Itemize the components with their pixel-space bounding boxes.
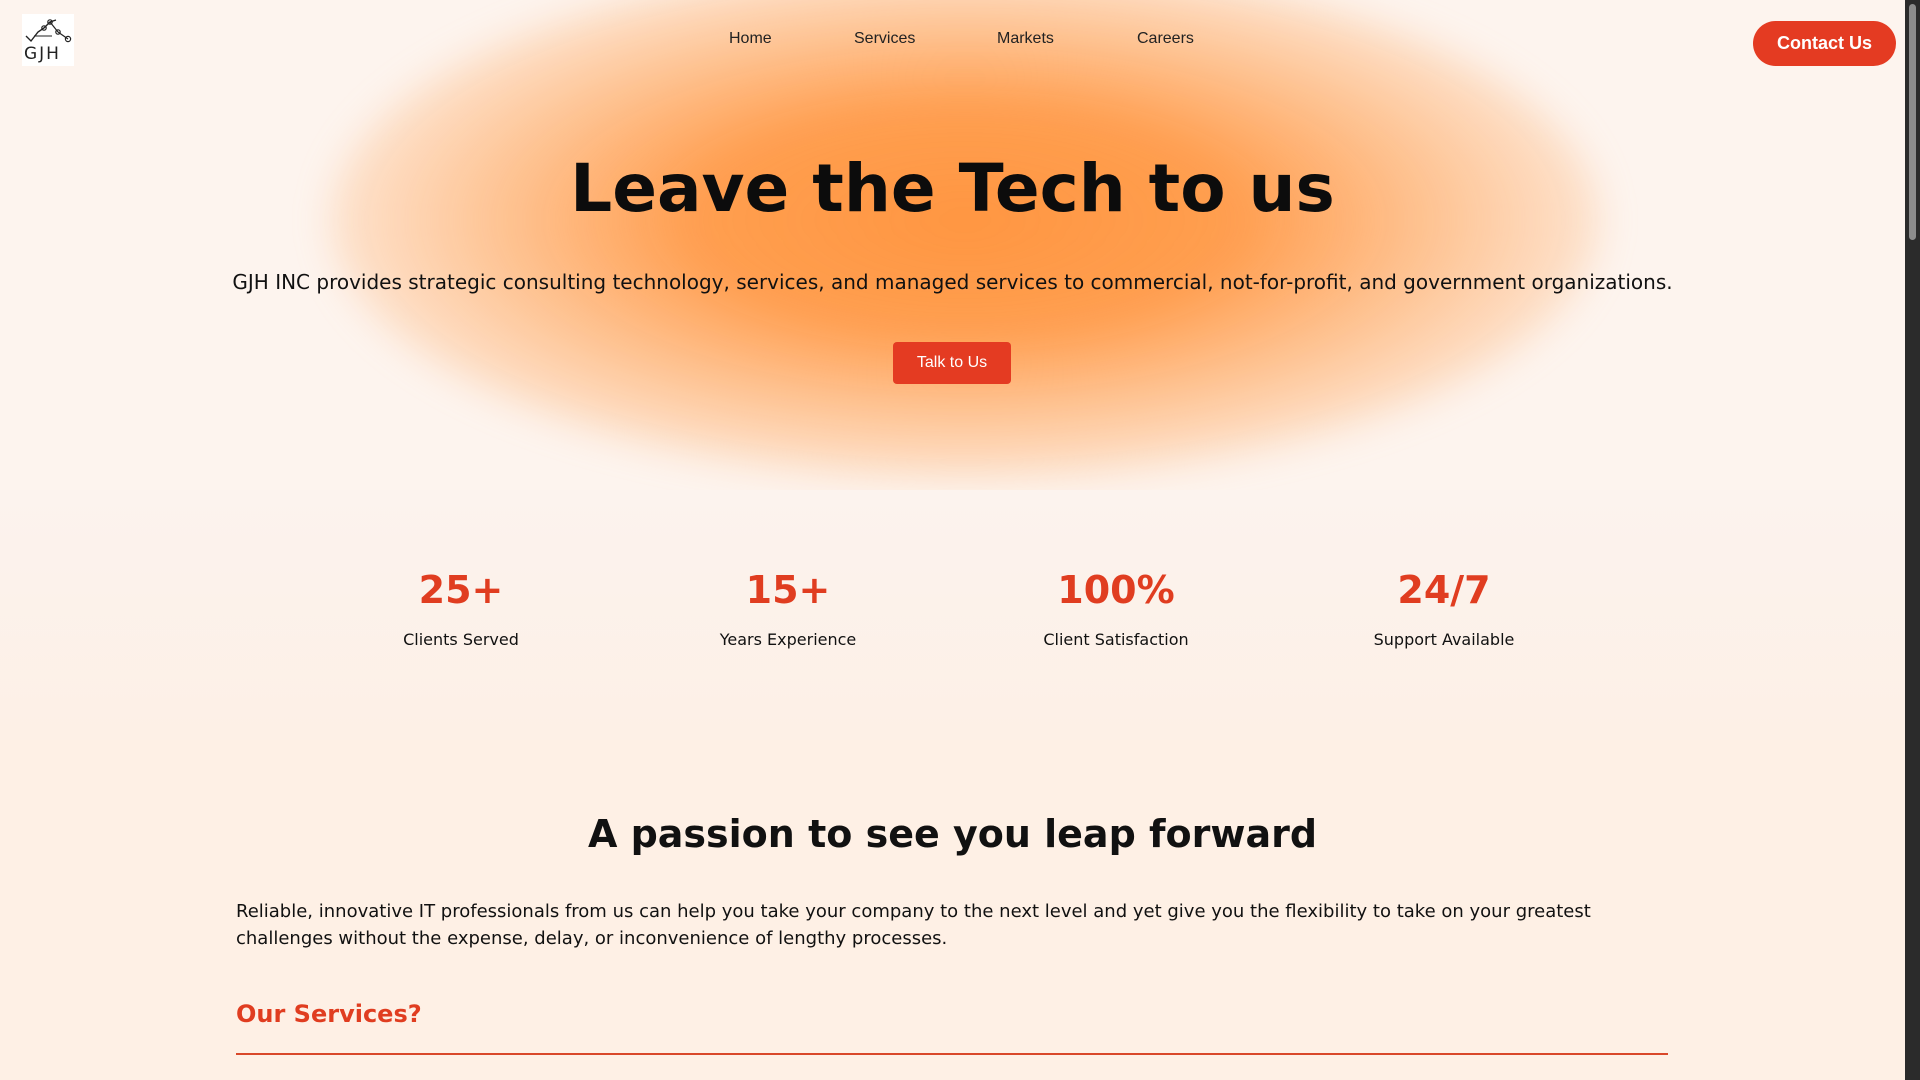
stat-label: Support Available — [1373, 630, 1515, 649]
talk-to-us-button[interactable]: Talk to Us — [893, 342, 1011, 384]
services-heading: Our Services? — [236, 1000, 422, 1028]
passion-text: Reliable, innovative IT professionals fr… — [236, 901, 1591, 949]
stat-years: 15+ Years Experience — [658, 562, 918, 649]
stat-support: 24/7 Support Available — [1314, 562, 1574, 649]
page: GJH Home Services Markets Careers Contac… — [0, 0, 1920, 1080]
nav-careers[interactable]: Careers — [1137, 30, 1194, 48]
nav-home[interactable]: Home — [729, 30, 772, 48]
nav-services[interactable]: Services — [854, 30, 915, 48]
stat-satisfaction: 100% Client Satisfaction — [986, 562, 1246, 649]
stat-value: 100% — [1057, 568, 1175, 612]
services-divider — [236, 1053, 1668, 1055]
orange-glow — [330, 0, 1600, 480]
passion-title: A passion to see you leap forward — [587, 812, 1318, 856]
stat-label: Clients Served — [403, 630, 519, 649]
hero-background — [0, 0, 1920, 490]
vertical-scrollbar[interactable] — [1905, 0, 1920, 1080]
nav-markets[interactable]: Markets — [997, 30, 1054, 48]
scrollbar-thumb[interactable] — [1909, 4, 1916, 240]
stat-value: 25+ — [418, 568, 504, 612]
stat-value: 24/7 — [1397, 568, 1491, 612]
main-nav: Home Services Markets Careers — [0, 30, 1920, 54]
hero-subtitle: GJH INC provides strategic consulting te… — [232, 270, 1673, 294]
stat-clients: 25+ Clients Served — [331, 562, 591, 649]
stats-background — [0, 490, 1920, 740]
stat-label: Client Satisfaction — [1043, 630, 1189, 649]
hero-title: Leave the Tech to us — [570, 150, 1335, 227]
stat-value: 15+ — [745, 568, 831, 612]
stat-label: Years Experience — [719, 630, 857, 649]
contact-us-button[interactable]: Contact Us — [1753, 21, 1896, 66]
